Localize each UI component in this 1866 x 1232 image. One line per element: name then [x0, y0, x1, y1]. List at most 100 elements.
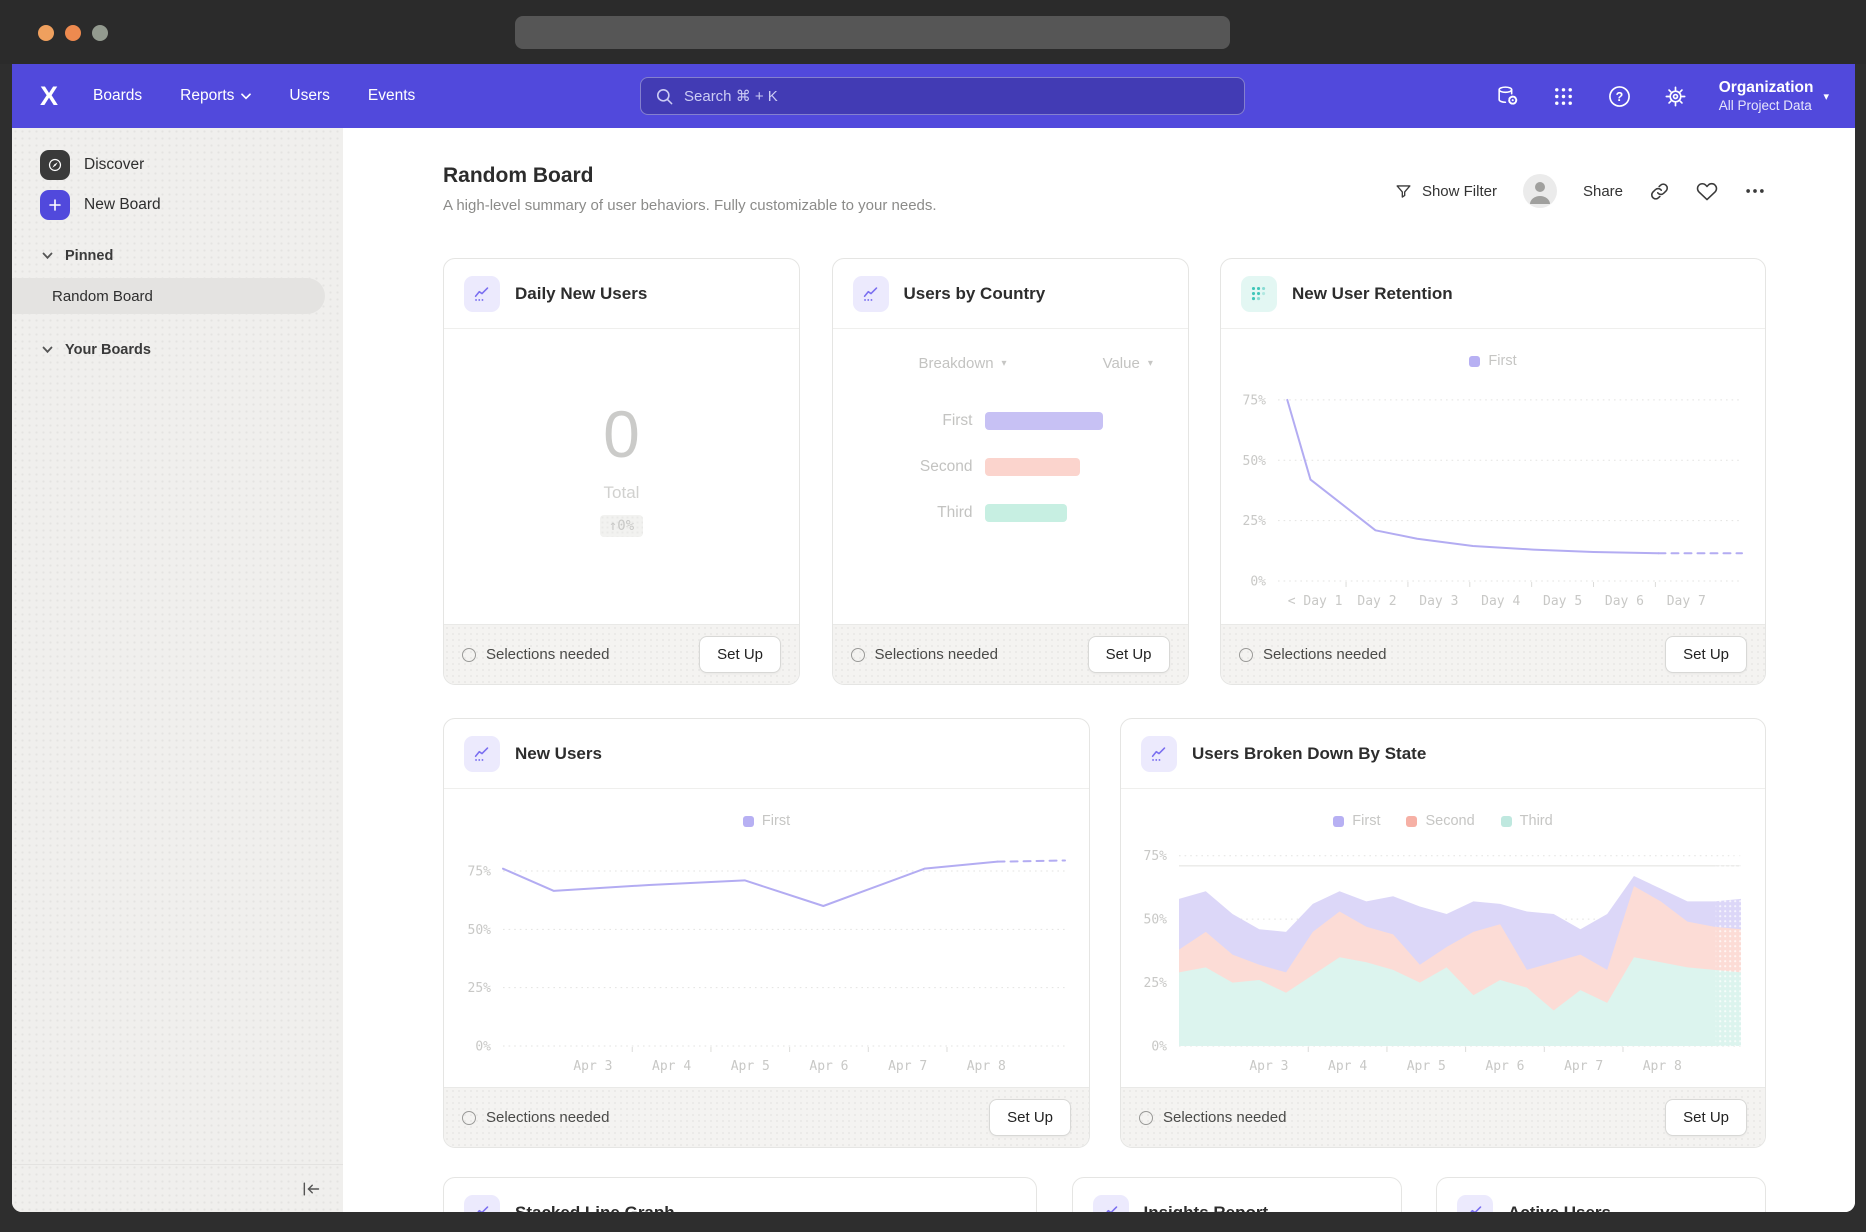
value-dropdown[interactable]: Value▾	[1103, 355, 1153, 372]
svg-text:Apr 3: Apr 3	[573, 1059, 612, 1074]
set-up-button[interactable]: Set Up	[1088, 636, 1170, 673]
card-new-user-retention: New User Retention First 75%50%25%0%< Da…	[1220, 258, 1766, 685]
legend-item[interactable]: First	[1469, 353, 1516, 369]
country-bar[interactable]	[985, 458, 1080, 476]
nav-right-controls: ? Organization All P	[1495, 64, 1829, 128]
avatar[interactable]	[1523, 174, 1557, 208]
legend-item[interactable]: First	[1333, 813, 1380, 829]
country-row: First	[833, 398, 1188, 444]
copy-link-icon[interactable]	[1649, 181, 1670, 202]
card-users-by-state: Users Broken Down By State First Second Th…	[1120, 718, 1766, 1148]
sidebar-item-discover[interactable]: Discover	[40, 150, 144, 180]
nav-item-events[interactable]: Events	[368, 87, 415, 105]
main-content: Random Board A high-level summary of use…	[343, 128, 1855, 1212]
sidebar-section-your-boards[interactable]: Your Boards	[42, 342, 151, 358]
favorite-heart-icon[interactable]	[1696, 180, 1718, 202]
svg-text:Day 4: Day 4	[1481, 594, 1520, 609]
settings-gear-icon[interactable]	[1663, 83, 1689, 109]
country-bar[interactable]	[985, 504, 1067, 522]
stacked-area-chart: 75%50%25%0%Apr 3Apr 4Apr 5Apr 6Apr 7Apr …	[1129, 835, 1757, 1080]
svg-text:50%: 50%	[467, 923, 491, 938]
svg-text:Day 5: Day 5	[1543, 594, 1582, 609]
your-boards-label: Your Boards	[65, 342, 151, 358]
country-row-label: First	[833, 412, 973, 430]
legend-item[interactable]: First	[743, 813, 790, 829]
legend-swatch-icon	[1469, 356, 1480, 367]
card-title: Users by Country	[904, 284, 1046, 304]
card-title: New Users	[515, 744, 602, 764]
more-options-icon[interactable]	[1744, 180, 1766, 202]
help-icon[interactable]: ?	[1607, 83, 1633, 109]
filter-funnel-icon	[1394, 182, 1413, 201]
line-chart-icon	[464, 1195, 500, 1212]
window-close-button[interactable]	[38, 25, 54, 41]
chevron-down-icon: ▾	[1823, 90, 1829, 103]
svg-text:Apr 8: Apr 8	[1643, 1059, 1682, 1074]
status-circle-icon	[462, 648, 476, 662]
svg-text:Apr 6: Apr 6	[809, 1059, 848, 1074]
nav-item-users[interactable]: Users	[289, 87, 329, 105]
pinned-label: Pinned	[65, 248, 113, 264]
line-chart-icon	[1141, 736, 1177, 772]
svg-text:Apr 5: Apr 5	[730, 1059, 769, 1074]
random-board-label: Random Board	[52, 288, 153, 305]
breakdown-dropdown[interactable]: Breakdown▾	[919, 355, 1007, 372]
search-icon	[654, 86, 674, 106]
chevron-down-icon	[241, 93, 251, 100]
status-selections-needed: Selections needed	[851, 646, 998, 663]
svg-text:Apr 7: Apr 7	[1564, 1059, 1603, 1074]
share-button[interactable]: Share	[1583, 183, 1623, 200]
org-switcher[interactable]: Organization All Project Data ▾	[1719, 78, 1829, 114]
country-row-label: Third	[833, 504, 973, 522]
country-bar-list: First Second Third	[833, 398, 1188, 536]
line-chart-icon	[1093, 1195, 1129, 1212]
search-placeholder: Search ⌘ + K	[684, 87, 778, 105]
svg-text:?: ?	[1616, 89, 1624, 103]
card-title: Users Broken Down By State	[1192, 744, 1426, 764]
line-chart-icon	[464, 736, 500, 772]
country-row: Second	[833, 444, 1188, 490]
apps-grid-icon[interactable]	[1551, 83, 1577, 109]
sidebar-item-new-board[interactable]: New Board	[40, 190, 161, 220]
svg-text:50%: 50%	[1243, 454, 1267, 469]
org-name: Organization	[1719, 78, 1814, 97]
discover-label: Discover	[84, 156, 144, 174]
set-up-button[interactable]: Set Up	[989, 1099, 1071, 1136]
svg-text:75%: 75%	[1243, 393, 1267, 408]
chart-legend: First	[1221, 351, 1765, 371]
sidebar-section-pinned[interactable]: Pinned	[42, 248, 113, 264]
legend-swatch-icon	[743, 816, 754, 827]
card-daily-new-users: Daily New Users 0 Total ↑0%	[443, 258, 800, 685]
set-up-button[interactable]: Set Up	[1665, 1099, 1747, 1136]
status-selections-needed: Selections needed	[462, 646, 609, 663]
svg-text:50%: 50%	[1144, 913, 1168, 928]
country-bar[interactable]	[985, 412, 1103, 430]
svg-text:Day 2: Day 2	[1357, 594, 1396, 609]
line-chart-icon	[1457, 1195, 1493, 1212]
window-zoom-button[interactable]	[92, 25, 108, 41]
svg-text:Day 6: Day 6	[1605, 594, 1644, 609]
svg-text:0%: 0%	[1151, 1040, 1167, 1055]
window-minimize-button[interactable]	[65, 25, 81, 41]
show-filter-button[interactable]: Show Filter	[1394, 182, 1497, 201]
mixpanel-logo[interactable]: X	[40, 81, 57, 112]
card-title: Stacked Line Graph	[515, 1203, 675, 1212]
status-circle-icon	[1239, 648, 1253, 662]
nav-item-boards[interactable]: Boards	[93, 87, 142, 105]
set-up-button[interactable]: Set Up	[699, 636, 781, 673]
legend-item[interactable]: Second	[1406, 813, 1474, 829]
svg-text:Apr 6: Apr 6	[1485, 1059, 1524, 1074]
browser-url-bar[interactable]	[515, 16, 1230, 49]
set-up-button[interactable]: Set Up	[1665, 636, 1747, 673]
status-circle-icon	[462, 1111, 476, 1125]
sidebar-item-random-board[interactable]: Random Board	[12, 278, 325, 314]
data-management-icon[interactable]	[1495, 83, 1521, 109]
legend-item[interactable]: Third	[1501, 813, 1553, 829]
search-input[interactable]: Search ⌘ + K	[640, 77, 1245, 115]
collapse-sidebar-icon[interactable]	[301, 1181, 321, 1197]
nav-item-reports[interactable]: Reports	[180, 87, 251, 105]
metric-delta-badge: ↑0%	[600, 515, 643, 537]
metric-label: Total	[604, 483, 640, 503]
sidebar-footer	[12, 1164, 343, 1212]
svg-text:25%: 25%	[1144, 976, 1168, 991]
